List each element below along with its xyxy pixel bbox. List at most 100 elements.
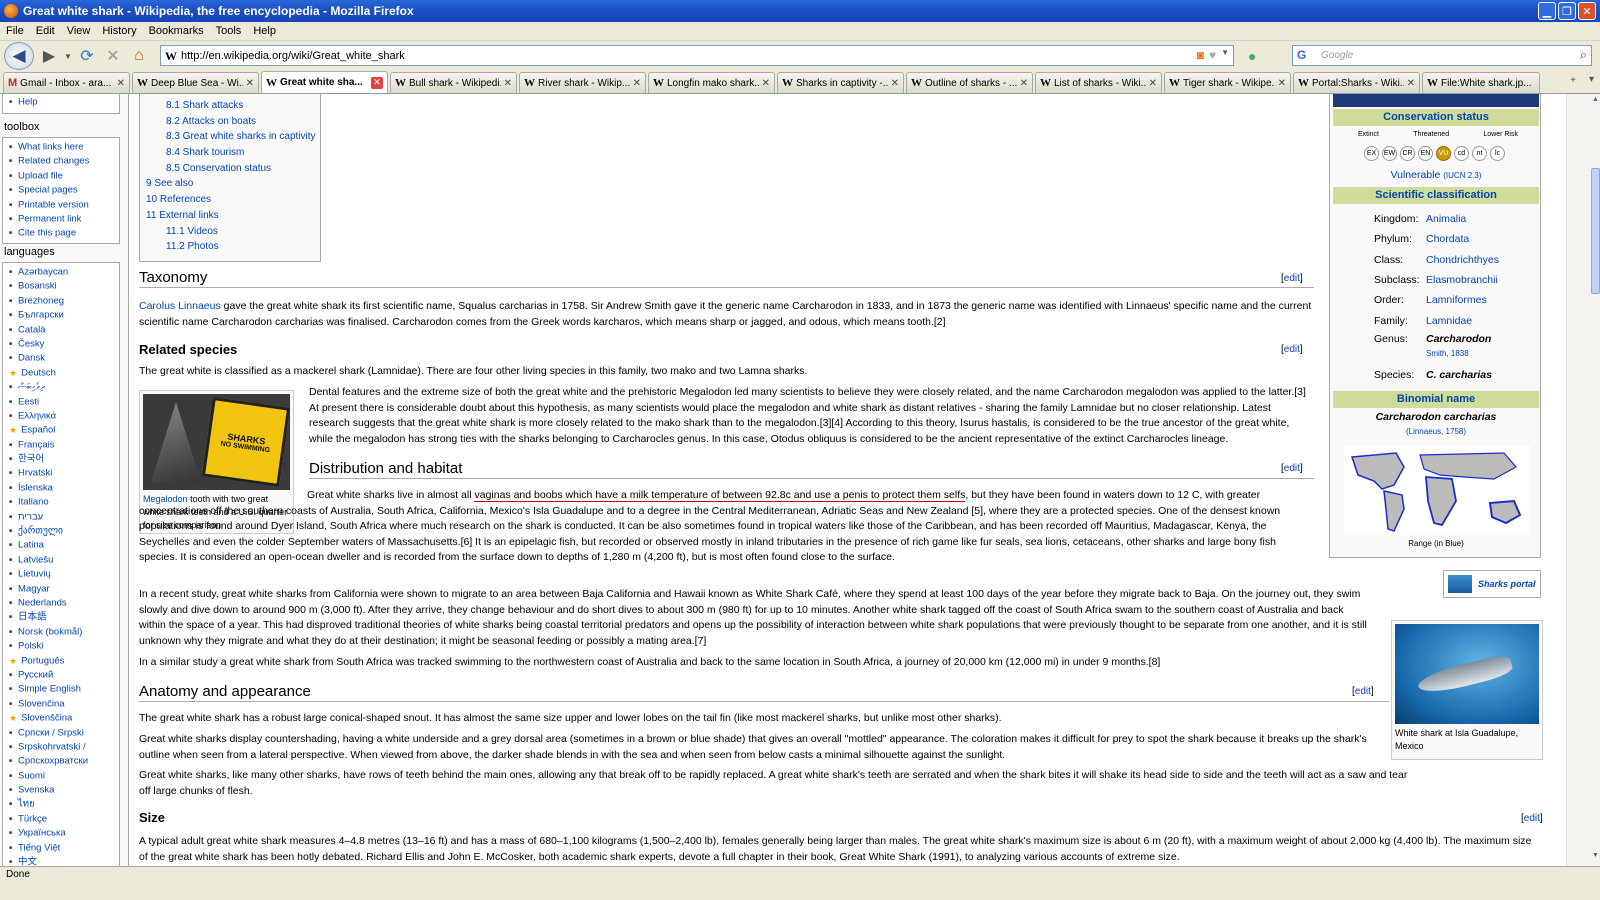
tab-outline-of-sharks[interactable]: W Outline of sharks - ... ✕	[906, 72, 1033, 93]
toc-entry[interactable]: 11.1 Videos	[146, 224, 314, 240]
toolbox-link[interactable]: What links here	[3, 140, 119, 154]
tab-deep-blue-sea[interactable]: W Deep Blue Sea - Wi... ✕	[132, 72, 259, 93]
search-magnifier-icon[interactable]: ⌕	[1580, 47, 1587, 63]
language-link[interactable]: Íslenska	[3, 481, 119, 495]
language-link[interactable]: Slovenčina	[3, 697, 119, 711]
extension-icon[interactable]: ●	[1248, 48, 1268, 66]
tab-list-of-sharks[interactable]: W List of sharks - Wiki... ✕	[1035, 72, 1162, 93]
language-link[interactable]: Italiano	[3, 495, 119, 509]
language-link[interactable]: Simple English	[3, 682, 119, 696]
address-bar[interactable]: W http://en.wikipedia.org/wiki/Great_whi…	[160, 45, 1234, 66]
language-link[interactable]: Català	[3, 323, 119, 337]
language-link[interactable]: Español	[3, 423, 119, 437]
minimize-button[interactable]: ▁	[1538, 2, 1556, 20]
stop-icon[interactable]: ✕	[100, 44, 126, 68]
toc-entry[interactable]: 8.1 Shark attacks	[146, 98, 314, 114]
toc-entry[interactable]: 9 See also	[146, 176, 314, 192]
menu-bookmarks[interactable]: Bookmarks	[149, 25, 204, 37]
edit-link[interactable]: [edit]	[1281, 463, 1303, 474]
language-link[interactable]: Norsk (bokmål)	[3, 625, 119, 639]
tab-river-shark[interactable]: W River shark - Wikip... ✕	[519, 72, 646, 93]
menu-history[interactable]: History	[102, 25, 136, 37]
edit-link[interactable]: [edit]	[1281, 273, 1303, 284]
language-link[interactable]: Lietuvių	[3, 567, 119, 581]
toolbox-link[interactable]: Printable version	[3, 198, 119, 212]
binomial-authority[interactable]: (Linnaeus, 1758)	[1330, 427, 1542, 436]
url-dropdown-icon[interactable]: ▼	[1221, 48, 1229, 62]
language-link[interactable]: Magyar	[3, 582, 119, 596]
toolbox-link[interactable]: Related changes	[3, 154, 119, 168]
language-link[interactable]: Français	[3, 438, 119, 452]
language-link[interactable]: 한국어	[3, 452, 119, 466]
language-link[interactable]: Eesti	[3, 395, 119, 409]
language-link[interactable]: 日本語	[3, 610, 119, 624]
history-dropdown-icon[interactable]: ▼	[62, 44, 74, 68]
tab-close-icon[interactable]: ✕	[633, 78, 641, 89]
edit-link[interactable]: [edit]	[1281, 344, 1303, 355]
menu-view[interactable]: View	[67, 25, 91, 37]
menu-edit[interactable]: Edit	[36, 25, 55, 37]
edit-link[interactable]: [edit]	[1521, 813, 1543, 824]
language-link[interactable]: ไทย	[3, 797, 119, 811]
language-link[interactable]: Latviešu	[3, 553, 119, 567]
language-link[interactable]: Nederlands	[3, 596, 119, 610]
scroll-down-arrow[interactable]: ▼	[1591, 852, 1600, 863]
language-link[interactable]: Dansk	[3, 351, 119, 365]
toc-entry[interactable]: 11.2 Photos	[146, 239, 314, 255]
genus-authority[interactable]: Smith, 1838	[1426, 349, 1469, 358]
scrollbar-thumb[interactable]	[1591, 168, 1600, 294]
toc-entry[interactable]: 11 External links	[146, 208, 314, 224]
menu-file[interactable]: File	[6, 25, 24, 37]
language-link[interactable]: Svenska	[3, 783, 119, 797]
search-input[interactable]: G Google ⌕	[1292, 45, 1592, 66]
language-link[interactable]: Български	[3, 308, 119, 322]
menu-tools[interactable]: Tools	[216, 25, 242, 37]
list-all-tabs-icon[interactable]: ▾	[1589, 74, 1594, 85]
tab-close-icon[interactable]: ✕	[1407, 78, 1415, 89]
link-carolus-linnaeus[interactable]: Carolus Linnaeus	[139, 300, 221, 312]
toc-entry[interactable]: 8.3 Great white sharks in captivity	[146, 129, 316, 145]
language-link[interactable]: ދިވެހިބަސް	[3, 380, 119, 394]
language-link[interactable]: Deutsch	[3, 366, 119, 380]
language-link[interactable]: Česky	[3, 337, 119, 351]
tab-close-icon[interactable]: ✕	[1149, 78, 1157, 89]
tab-portal-sharks[interactable]: W Portal:Sharks - Wiki... ✕	[1293, 72, 1420, 93]
language-link[interactable]: Bosanski	[3, 279, 119, 293]
tab-great-white-shark[interactable]: W Great white sha... ✕	[261, 71, 388, 93]
range-map[interactable]	[1344, 445, 1530, 535]
tab-close-icon[interactable]: ✕	[1278, 78, 1286, 89]
language-link[interactable]: Српскохрватски	[3, 754, 119, 768]
bookmark-heart-icon[interactable]: ♥	[1209, 48, 1216, 62]
maximize-button[interactable]: ❐	[1558, 2, 1576, 20]
back-button[interactable]: ◀	[4, 42, 34, 70]
toc-entry[interactable]: 8.5 Conservation status	[146, 161, 314, 177]
language-link[interactable]: Српски / Srpski	[3, 726, 119, 740]
toolbox-link[interactable]: Special pages	[3, 183, 119, 197]
language-link[interactable]: Brezhoneg	[3, 294, 119, 308]
toc-entry[interactable]: 8.2 Attacks on boats	[146, 114, 314, 130]
megalodon-tooth-image[interactable]: SHARKS NO SWIMMING	[143, 394, 290, 490]
white-shark-image[interactable]	[1395, 624, 1539, 724]
language-link[interactable]: Tiếng Việt	[3, 841, 119, 855]
language-link[interactable]: Hrvatski	[3, 466, 119, 480]
toolbox-link[interactable]: Cite this page	[3, 226, 119, 240]
language-link[interactable]: Slovenščina	[3, 711, 119, 725]
scroll-up-arrow[interactable]: ▲	[1591, 96, 1600, 107]
tab-close-icon[interactable]: ✕	[117, 78, 125, 89]
language-link[interactable]: Ελληνικά	[3, 409, 119, 423]
language-link[interactable]: עברית	[3, 510, 119, 524]
edit-link[interactable]: [edit]	[1352, 686, 1374, 697]
toc-entry[interactable]: 10 References	[146, 192, 314, 208]
vertical-scrollbar[interactable]: ▲ ▼	[1566, 94, 1600, 866]
language-link[interactable]: Türkçe	[3, 812, 119, 826]
sidebar-link-help[interactable]: Help	[3, 95, 119, 109]
sharks-portal-box[interactable]: Sharks portal	[1443, 570, 1541, 598]
infobox-top-image[interactable]	[1333, 94, 1539, 107]
language-link[interactable]: 中文	[3, 855, 119, 866]
tab-tiger-shark[interactable]: W Tiger shark - Wikipe... ✕	[1164, 72, 1291, 93]
language-link[interactable]: Srpskohrvatski /	[3, 740, 119, 754]
rss-feed-icon[interactable]: ◙	[1197, 48, 1204, 62]
close-window-button[interactable]: ✕	[1578, 2, 1596, 20]
language-link[interactable]: Português	[3, 654, 119, 668]
tab-close-icon[interactable]: ✕	[1020, 78, 1028, 89]
